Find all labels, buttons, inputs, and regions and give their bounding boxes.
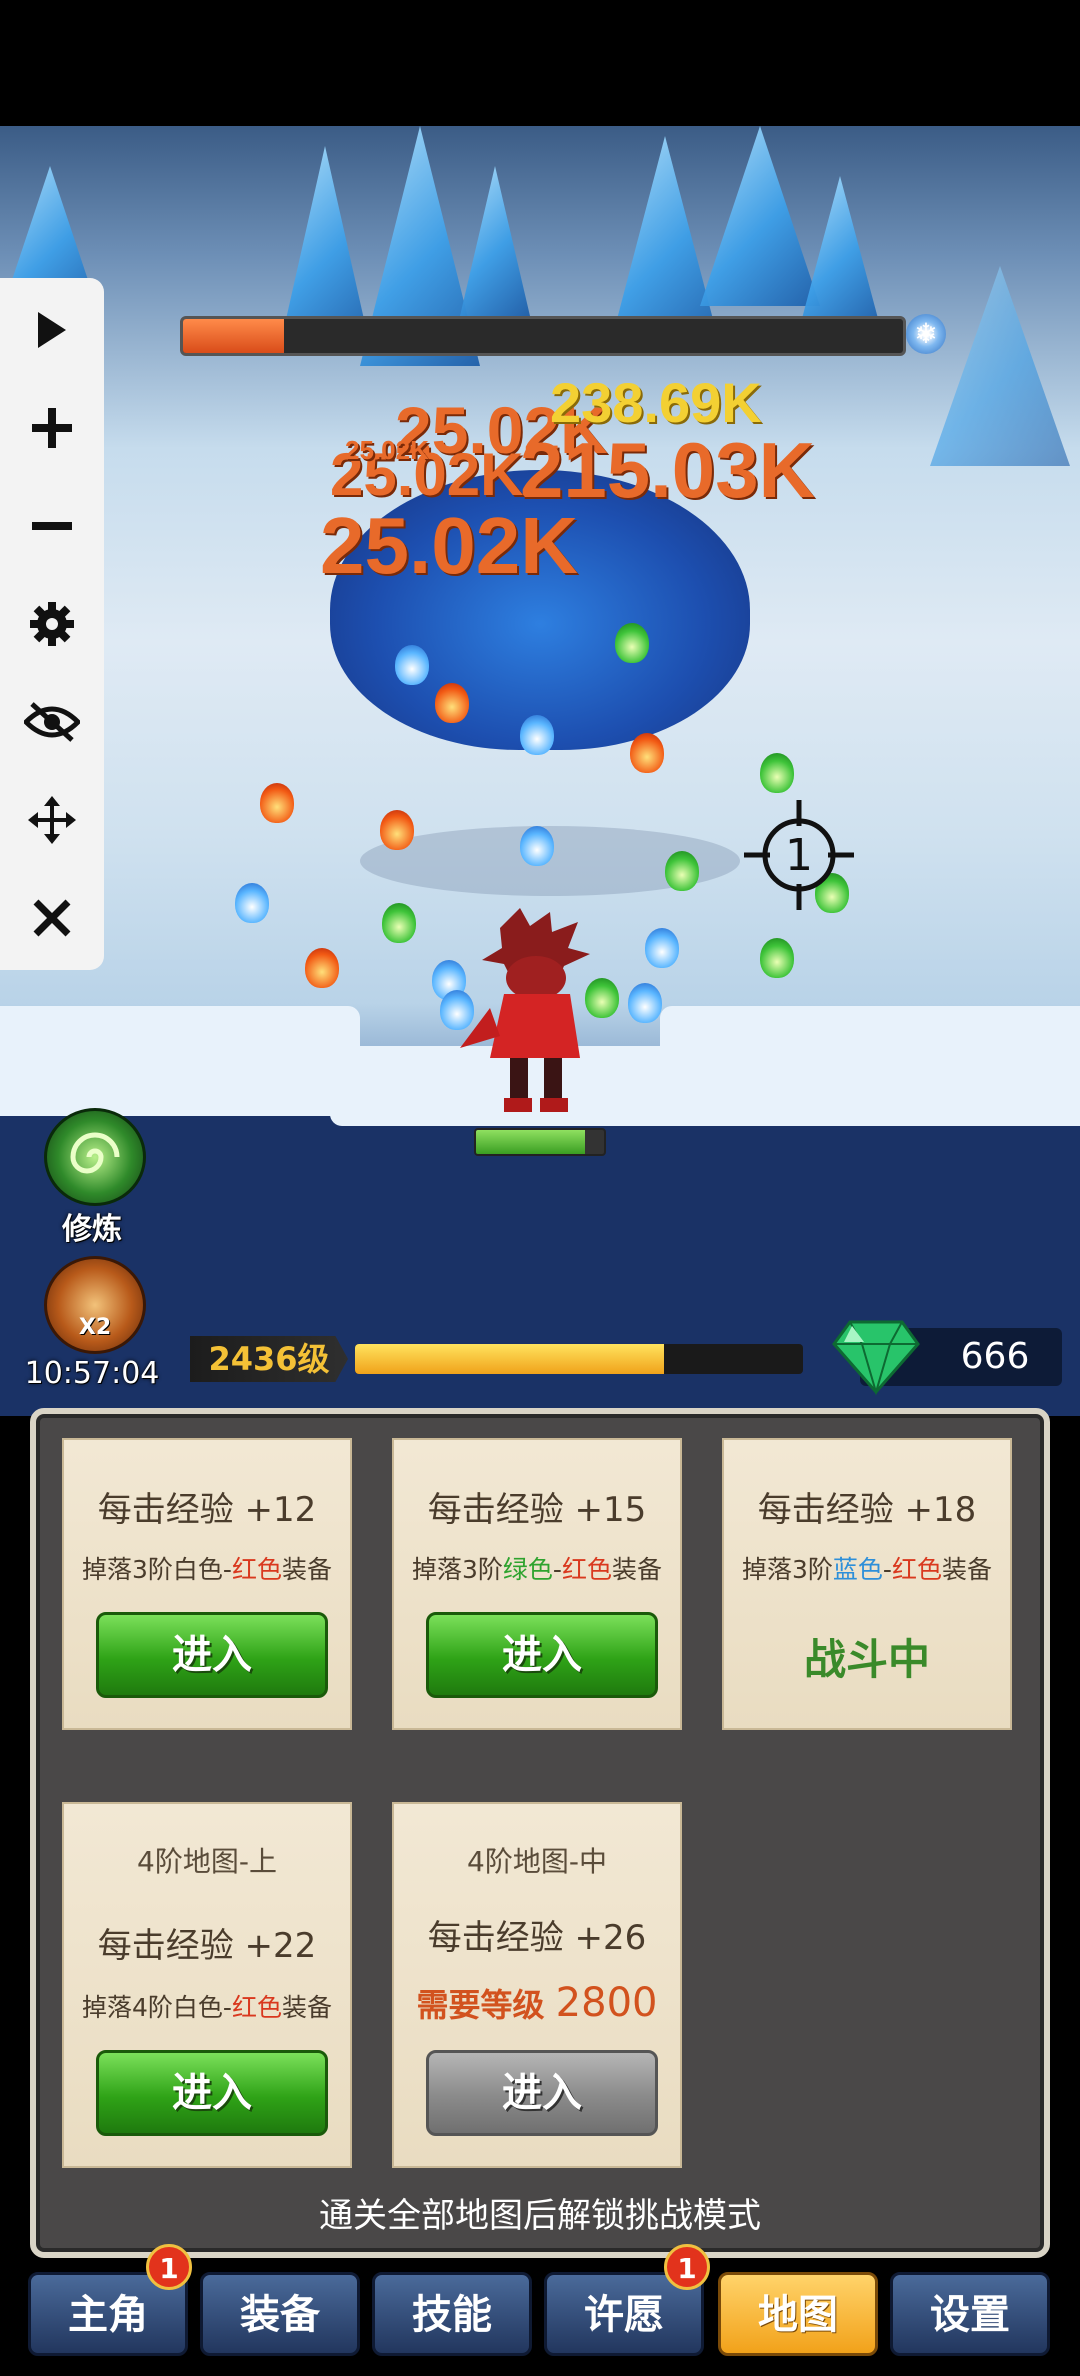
bonus-timer: 10:57:04: [24, 1356, 160, 1391]
exp-per-hit: 每击经验 +26: [427, 1918, 647, 1958]
eye-off-icon: [24, 702, 80, 742]
damage-number: 25.02K: [345, 435, 429, 465]
in-battle-status: 战斗中: [803, 1635, 930, 1684]
cultivate-button[interactable]: [44, 1108, 146, 1206]
level-requirement: 需要等级 2800: [416, 1980, 658, 2026]
drop-info: 掉落3阶绿色-红色装备: [412, 1555, 662, 1584]
blue-orb: [395, 645, 429, 685]
x2-label: X2: [78, 1315, 112, 1340]
gem-icon: [832, 1320, 920, 1396]
nav-equipment[interactable]: 装备: [200, 2272, 360, 2356]
green-orb: [615, 623, 649, 663]
hero-hp-fill: [476, 1130, 585, 1154]
boss-hp-bar: [180, 316, 906, 356]
frost-status-icon: ❄: [906, 314, 946, 354]
blue-orb: [520, 715, 554, 755]
nav-skills[interactable]: 技能: [372, 2272, 532, 2356]
close-icon: [33, 899, 71, 937]
notification-badge: 1: [664, 2244, 710, 2290]
boss-hp-fill: [183, 319, 284, 353]
zoom-out-button[interactable]: [22, 496, 82, 556]
play-icon: [38, 312, 66, 348]
status-bar: [0, 0, 1080, 126]
exp-fill: [355, 1344, 665, 1374]
blue-orb: [645, 928, 679, 968]
exp-per-hit: 每击经验 +15: [427, 1490, 647, 1530]
red-orb: [435, 683, 469, 723]
double-bonus-button[interactable]: X2: [44, 1256, 146, 1354]
green-orb: [382, 903, 416, 943]
notification-badge: 1: [146, 2244, 192, 2290]
close-button[interactable]: [22, 888, 82, 948]
map-title: 4阶地图-中: [467, 1845, 607, 1878]
plus-icon: [32, 408, 72, 448]
exp-per-hit: 每击经验 +22: [97, 1926, 317, 1966]
exp-per-hit: 每击经验 +12: [97, 1490, 317, 1530]
move-icon: [28, 796, 76, 844]
enter-button[interactable]: 进入: [96, 1612, 328, 1698]
map-card: 4阶地图-中 每击经验 +26 需要等级 2800 进入: [392, 1802, 682, 2168]
blue-orb: [235, 883, 269, 923]
unlock-hint: 通关全部地图后解锁挑战模式: [319, 2196, 761, 2236]
hero-character[interactable]: [460, 908, 610, 1118]
cultivate-label: 修炼: [62, 1212, 122, 1247]
map-card: 每击经验 +15 掉落3阶绿色-红色装备 进入: [392, 1438, 682, 1730]
map-card: 4阶地图-上 每击经验 +22 掉落4阶白色-红色装备 进入: [62, 1802, 352, 2168]
hide-ui-button[interactable]: [22, 692, 82, 752]
settings-button[interactable]: [22, 594, 82, 654]
red-orb: [380, 810, 414, 850]
control-sidebar: [0, 278, 104, 970]
zoom-in-button[interactable]: [22, 398, 82, 458]
map-card: 每击经验 +18 掉落3阶蓝色-红色装备 战斗中: [722, 1438, 1012, 1730]
hero-hp-bar: [474, 1128, 606, 1156]
target-crosshair[interactable]: 1: [744, 800, 854, 910]
exp-per-hit: 每击经验 +18: [757, 1490, 977, 1530]
green-orb: [665, 851, 699, 891]
green-orb: [760, 938, 794, 978]
blue-orb: [628, 983, 662, 1023]
crosshair-label: 1: [785, 830, 813, 881]
nav-settings[interactable]: 设置: [890, 2272, 1050, 2356]
drop-info: 掉落4阶白色-红色装备: [82, 1993, 332, 2022]
red-orb: [630, 733, 664, 773]
red-orb: [305, 948, 339, 988]
drop-info: 掉落3阶蓝色-红色装备: [742, 1555, 992, 1584]
enter-button[interactable]: 进入: [426, 1612, 658, 1698]
play-button[interactable]: [22, 300, 82, 360]
exp-bar: [355, 1344, 803, 1374]
player-level: 2436级: [190, 1336, 348, 1382]
drop-info: 掉落3阶白色-红色装备: [82, 1555, 332, 1584]
map-title: 4阶地图-上: [137, 1845, 277, 1878]
red-orb: [260, 783, 294, 823]
damage-number: 25.02K: [320, 501, 578, 590]
nav-map[interactable]: 地图: [718, 2272, 878, 2356]
gem-count: 666: [960, 1336, 1030, 1377]
enter-button[interactable]: 进入: [96, 2050, 328, 2136]
map-card: 每击经验 +12 掉落3阶白色-红色装备 进入: [62, 1438, 352, 1730]
minus-icon: [32, 522, 72, 530]
enter-button-locked[interactable]: 进入: [426, 2050, 658, 2136]
blue-orb: [520, 826, 554, 866]
move-button[interactable]: [22, 790, 82, 850]
gear-icon: [30, 602, 74, 646]
swirl-icon: [70, 1132, 120, 1174]
green-orb: [760, 753, 794, 793]
